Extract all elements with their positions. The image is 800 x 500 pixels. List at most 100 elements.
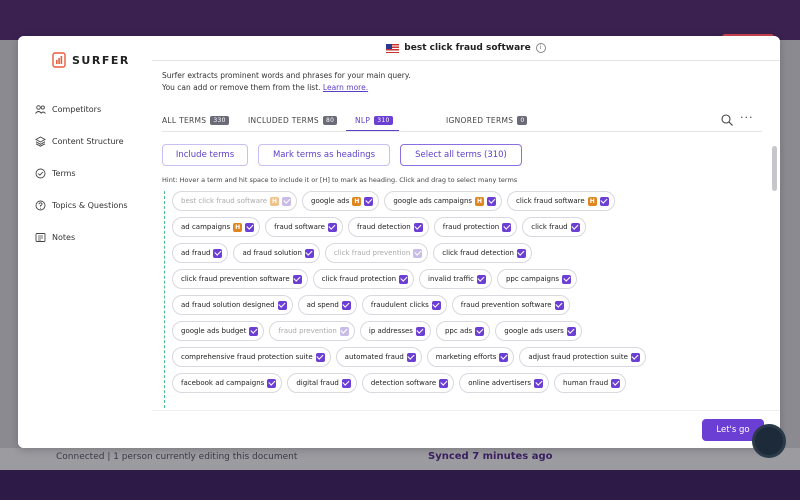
search-icon[interactable] (720, 113, 734, 127)
tab-all-terms[interactable]: ALL TERMS 330 (162, 110, 229, 130)
term-label: fraud protection (442, 223, 500, 231)
term-chip[interactable]: fraud prevention software (451, 295, 570, 315)
term-label: google ads budget (181, 327, 247, 335)
term-label: fraud prevention software (460, 301, 552, 309)
term-chip[interactable]: google ads H (302, 191, 380, 211)
mark-headings-button[interactable]: Mark terms as headings (258, 144, 390, 166)
learn-more-link[interactable]: Learn more. (323, 83, 368, 92)
term-chip[interactable]: click fraud (522, 217, 586, 237)
checkbox-icon[interactable] (475, 326, 485, 336)
checkbox-icon[interactable] (213, 248, 223, 258)
term-chip[interactable]: ip addresses (359, 321, 431, 341)
tab-included-terms[interactable]: INCLUDED TERMS 80 (248, 110, 338, 130)
term-chip[interactable]: ad spend (297, 295, 357, 315)
term-chip[interactable]: fraud protection (433, 217, 518, 237)
term-label: human fraud (563, 379, 609, 387)
checkbox-icon[interactable] (249, 326, 259, 336)
surfer-logo-icon (52, 52, 66, 68)
checkbox-icon[interactable] (245, 222, 255, 232)
term-chip[interactable]: google ads users (495, 321, 582, 341)
heading-badge-icon: H (233, 222, 243, 232)
checkbox-icon[interactable] (554, 300, 564, 310)
checkbox-icon[interactable] (431, 300, 441, 310)
checkbox-icon[interactable] (502, 222, 512, 232)
term-chip[interactable]: comprehensive fraud protection suite (172, 347, 331, 367)
term-chip[interactable]: human fraud (554, 373, 627, 393)
select-all-button[interactable]: Select all terms (310) (400, 144, 522, 166)
tab-nlp[interactable]: NLP 310 (346, 110, 399, 132)
term-chip[interactable]: best click fraud software H (172, 191, 298, 211)
term-chip[interactable]: fraud prevention (269, 321, 355, 341)
checkbox-icon[interactable] (339, 326, 349, 336)
checkbox-icon[interactable] (341, 300, 351, 310)
term-chip[interactable]: facebook ad campaigns (172, 373, 283, 393)
sidebar-item-competitors[interactable]: Competitors (34, 102, 101, 116)
checkbox-icon[interactable] (327, 222, 337, 232)
hint-text: Hint: Hover a term and hit space to incl… (162, 176, 518, 184)
term-chip[interactable]: ppc campaigns (496, 269, 578, 289)
term-label: fraudulent clicks (370, 301, 429, 309)
checkbox-icon[interactable] (277, 300, 287, 310)
term-chip[interactable]: fraudulent clicks (361, 295, 447, 315)
checkbox-icon[interactable] (439, 378, 449, 388)
sidebar-item-topics-questions[interactable]: Topics & Questions (34, 198, 128, 212)
term-chip[interactable]: click fraud prevention software (172, 269, 308, 289)
term-chip[interactable]: fraud software (265, 217, 343, 237)
sidebar-item-label: Content Structure (52, 136, 124, 146)
checkbox-icon[interactable] (406, 352, 416, 362)
term-chip[interactable]: click fraud software H (507, 191, 615, 211)
checkbox-icon[interactable] (599, 196, 609, 206)
checkbox-icon[interactable] (562, 274, 572, 284)
term-chip[interactable]: google ads budget (172, 321, 265, 341)
term-label: click fraud software (516, 197, 585, 205)
term-label: click fraud detection (442, 249, 514, 257)
term-chip[interactable]: ad fraud (172, 243, 229, 263)
terms-list: best click fraud software Hgoogle ads Hgoo… (162, 191, 768, 408)
term-chip[interactable]: invalid traffic (419, 269, 492, 289)
checkbox-icon[interactable] (364, 196, 374, 206)
term-chip[interactable]: adjust fraud protection suite (519, 347, 646, 367)
term-chip[interactable]: google ads campaigns H (384, 191, 503, 211)
checkbox-icon[interactable] (534, 378, 543, 388)
tab-ignored-terms[interactable]: IGNORED TERMS 0 (446, 110, 528, 130)
checkbox-icon[interactable] (315, 352, 325, 362)
checkbox-icon[interactable] (630, 352, 640, 362)
info-icon[interactable]: i (535, 43, 546, 53)
checkbox-icon[interactable] (516, 248, 526, 258)
checkbox-icon[interactable] (292, 274, 302, 284)
term-chip[interactable]: fraud detection (347, 217, 429, 237)
term-chip[interactable]: marketing efforts (426, 347, 515, 367)
checkbox-icon[interactable] (487, 196, 497, 206)
sidebar-item-notes[interactable]: Notes (34, 230, 75, 244)
chat-launcher-icon[interactable] (752, 424, 786, 458)
term-chip[interactable]: click fraud detection (433, 243, 532, 263)
checkbox-icon[interactable] (399, 274, 409, 284)
sidebar-item-terms[interactable]: Terms (34, 166, 76, 180)
term-chip[interactable]: digital fraud (287, 373, 357, 393)
term-chip[interactable]: ad fraud solution (233, 243, 320, 263)
scrollbar[interactable] (772, 146, 777, 191)
sidebar-item-content-structure[interactable]: Content Structure (34, 134, 124, 148)
checkbox-icon[interactable] (413, 222, 423, 232)
term-chip[interactable]: ad fraud solution designed (172, 295, 293, 315)
checkbox-icon[interactable] (267, 378, 277, 388)
term-chip[interactable]: detection software (361, 373, 455, 393)
checkbox-icon[interactable] (304, 248, 314, 258)
checkbox-icon[interactable] (341, 378, 351, 388)
more-options-icon[interactable]: ··· (740, 111, 754, 124)
checkbox-icon[interactable] (566, 326, 576, 336)
term-chip[interactable]: click fraud prevention (324, 243, 429, 263)
checkbox-icon[interactable] (570, 222, 580, 232)
checkbox-icon[interactable] (611, 378, 621, 388)
checkbox-icon[interactable] (476, 274, 486, 284)
term-chip[interactable]: online advertisers (459, 373, 549, 393)
term-chip[interactable]: ad campaigns H (172, 217, 261, 237)
term-chip[interactable]: automated fraud (335, 347, 422, 367)
term-chip[interactable]: click fraud protection (312, 269, 415, 289)
checkbox-icon[interactable] (499, 352, 509, 362)
checkbox-icon[interactable] (415, 326, 425, 336)
checkbox-icon[interactable] (282, 196, 292, 206)
checkbox-icon[interactable] (413, 248, 423, 258)
term-chip[interactable]: ppc ads (435, 321, 491, 341)
include-terms-button[interactable]: Include terms (162, 144, 248, 166)
